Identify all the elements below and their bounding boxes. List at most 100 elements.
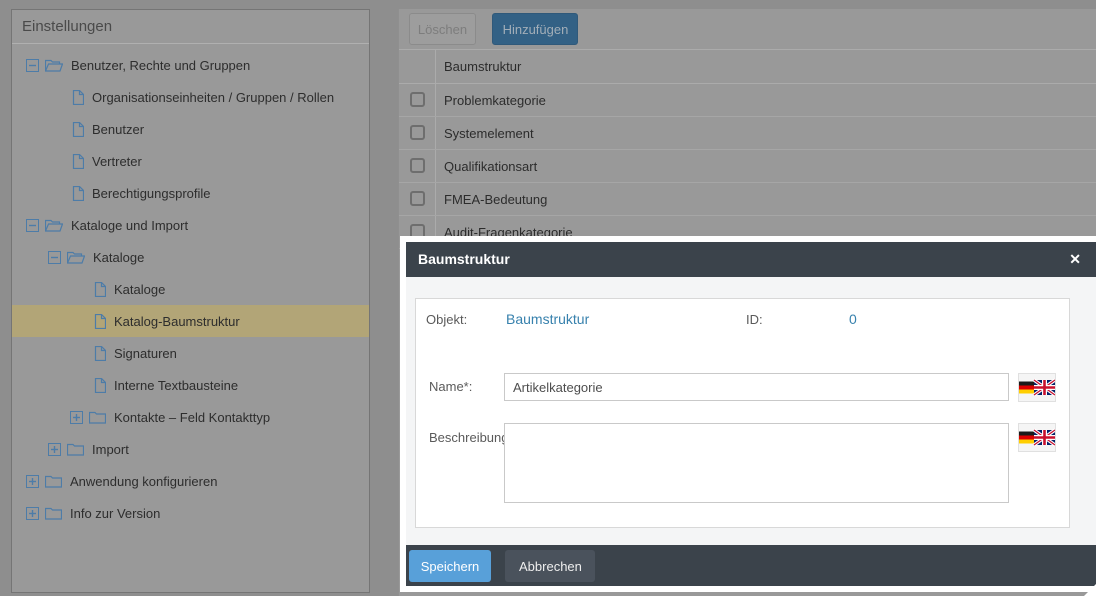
sidebar-item-kataloge-und-import[interactable]: Kataloge und Import [12,209,369,241]
tree-item-label: Interne Textbausteine [114,377,239,393]
folder-open-icon [45,59,63,72]
table-row-fmea-bedeutung[interactable]: FMEA-Bedeutung [399,183,1096,216]
de-en-flags-icon [1019,378,1055,397]
folder-closed-icon [45,475,62,488]
de-en-flags-icon [1019,428,1055,447]
settings-tree: Benutzer, Rechte und Gruppen Organisation… [12,44,369,529]
doc-icon [72,121,84,137]
expand-toggle-icon[interactable] [70,410,83,424]
sidebar-item-katalog-baumstruktur[interactable]: Katalog-Baumstruktur [12,305,369,337]
doc-icon [72,185,84,201]
row-label: Systemelement [444,126,534,141]
doc-icon [72,89,84,105]
settings-sidebar: Einstellungen Benutzer, Rechte und Grupp… [11,9,370,593]
expand-toggle-icon[interactable] [48,442,61,456]
sidebar-item-signaturen[interactable]: Signaturen [12,337,369,369]
delete-button[interactable]: Löschen [409,13,476,45]
collapse-toggle-icon[interactable] [26,218,39,232]
baumstruktur-dialog: Baumstruktur ✕ Objekt: Baumstruktur ID: … [400,236,1096,592]
table-toolbar: Löschen Hinzufügen [399,9,1096,50]
object-label: Objekt: [426,312,468,327]
sidebar-title: Einstellungen [12,10,369,44]
sidebar-item-import[interactable]: Import [12,433,369,465]
dialog-title-bar: Baumstruktur ✕ [406,242,1096,277]
folder-open-icon [45,219,63,232]
table-header-row: Baumstruktur [399,50,1096,84]
folder-closed-icon [89,411,106,424]
row-checkbox-cell [399,84,436,116]
row-checkbox[interactable] [410,125,425,140]
object-value: Baumstruktur [506,311,590,327]
close-icon[interactable]: ✕ [1069,242,1081,277]
sidebar-item-kataloge[interactable]: Kataloge [12,273,369,305]
description-field[interactable] [504,423,1009,503]
id-value: 0 [849,311,857,327]
table-body: Problemkategorie Systemelement Qualifikati… [399,84,1096,249]
dialog-form-panel: Objekt: Baumstruktur ID: 0 Name*: Artike… [415,298,1070,528]
folder-open-icon [67,251,85,264]
tree-item-label: Anwendung konfigurieren [70,473,218,489]
resize-grip[interactable] [1084,584,1096,596]
expand-toggle-icon[interactable] [26,474,39,488]
tree-item-label: Kataloge [93,249,145,265]
cancel-button[interactable]: Abbrechen [505,550,596,582]
tree-item-label: Kontakte – Feld Kontakttyp [114,409,271,425]
language-toggle-name[interactable] [1018,373,1056,402]
sidebar-item-anwendung-konfigurieren[interactable]: Anwendung konfigurieren [12,465,369,497]
row-checkbox[interactable] [410,158,425,173]
row-label: Problemkategorie [444,93,546,108]
row-checkbox[interactable] [410,92,425,107]
tree-item-label: Organisationseinheiten / Gruppen / Rolle… [92,89,335,105]
doc-icon [94,281,106,297]
language-toggle-description[interactable] [1018,423,1056,452]
description-label: Beschreibung: [429,430,513,445]
table-header-checkbox-cell [399,50,436,83]
tree-item-label: Benutzer [92,121,145,137]
folder-closed-icon [45,507,62,520]
expand-toggle-icon[interactable] [26,506,39,520]
tree-item-label: Import [92,441,129,457]
name-field[interactable] [504,373,1009,401]
name-label: Name*: [429,379,473,394]
tree-item-label: Info zur Version [70,505,161,521]
id-label: ID: [746,312,763,327]
collapse-toggle-icon[interactable] [26,58,39,72]
tree-item-label: Vertreter [92,153,142,169]
table-row-qualifikationsart[interactable]: Qualifikationsart [399,150,1096,183]
save-button[interactable]: Speichern [409,550,491,582]
dialog-footer: Speichern Abbrechen [406,545,1096,586]
row-label: Qualifikationsart [444,159,538,174]
collapse-toggle-icon[interactable] [48,250,61,264]
table-row-problemkategorie[interactable]: Problemkategorie [399,84,1096,117]
tree-item-label: Kataloge und Import [71,217,189,233]
sidebar-item-kontakte-feld-kontakttyp[interactable]: Kontakte – Feld Kontakttyp [12,401,369,433]
row-checkbox-cell [399,150,436,182]
doc-icon [94,377,106,393]
tree-item-label: Benutzer, Rechte und Gruppen [71,57,251,73]
folder-closed-icon [67,443,84,456]
row-checkbox[interactable] [410,191,425,206]
sidebar-item-organisationseinheiten-gruppen-rollen[interactable]: Organisationseinheiten / Gruppen / Rolle… [12,81,369,113]
sidebar-item-benutzer-rechte-und-gruppen[interactable]: Benutzer, Rechte und Gruppen [12,49,369,81]
sidebar-item-interne-textbausteine[interactable]: Interne Textbausteine [12,369,369,401]
sidebar-item-berechtigungsprofile[interactable]: Berechtigungsprofile [12,177,369,209]
tree-item-label: Kataloge [114,281,166,297]
dialog-body: Objekt: Baumstruktur ID: 0 Name*: Artike… [406,277,1096,545]
tree-item-label: Berechtigungsprofile [92,185,211,201]
table-row-systemelement[interactable]: Systemelement [399,117,1096,150]
tree-item-label: Signaturen [114,345,177,361]
table-header-label: Baumstruktur [444,59,522,74]
add-button[interactable]: Hinzufügen [492,13,579,45]
sidebar-item-kataloge[interactable]: Kataloge [12,241,369,273]
application-window: Einstellungen Benutzer, Rechte und Grupp… [0,0,1096,596]
row-label: FMEA-Bedeutung [444,192,548,207]
doc-icon [72,153,84,169]
row-checkbox-cell [399,117,436,149]
sidebar-item-info-zur-version[interactable]: Info zur Version [12,497,369,529]
dialog-title: Baumstruktur [418,251,510,267]
doc-icon [94,313,106,329]
sidebar-item-benutzer[interactable]: Benutzer [12,113,369,145]
sidebar-item-vertreter[interactable]: Vertreter [12,145,369,177]
row-checkbox-cell [399,183,436,215]
tree-item-label: Katalog-Baumstruktur [114,313,240,329]
